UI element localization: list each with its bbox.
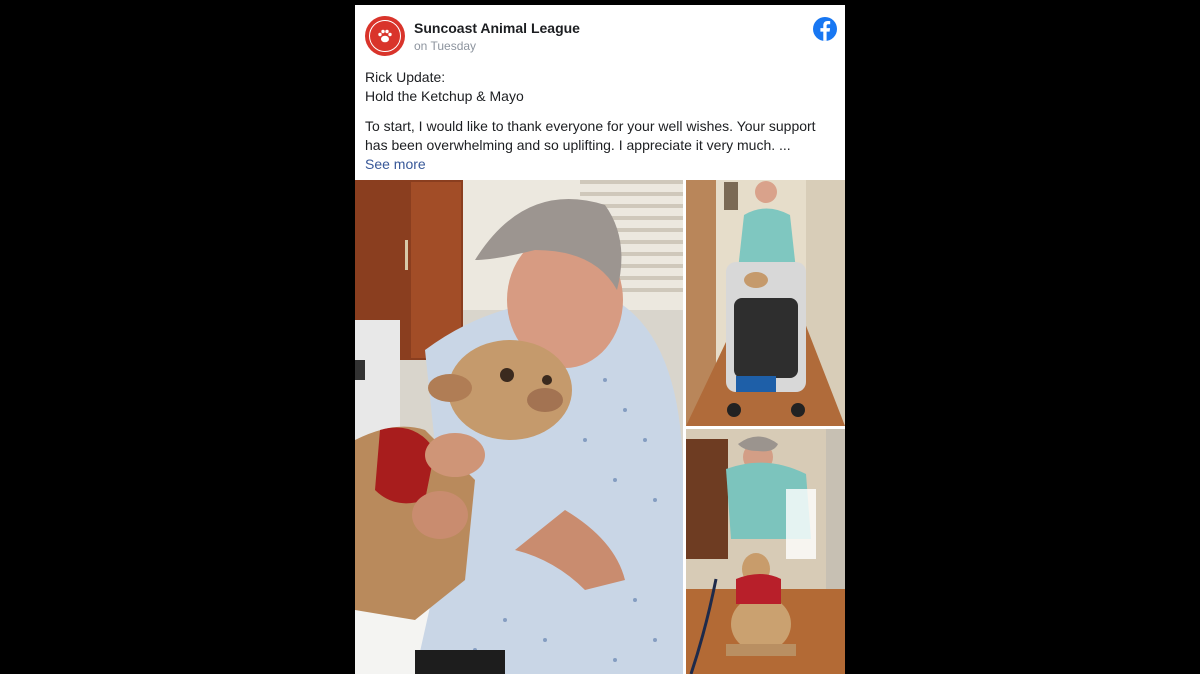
- facebook-post: Suncoast Animal League on Tuesday Rick U…: [355, 5, 845, 674]
- page-avatar[interactable]: [365, 16, 405, 56]
- see-more-link[interactable]: See more: [365, 156, 426, 172]
- post-title-line-2: Hold the Ketchup & Mayo: [365, 88, 524, 104]
- post-body: Rick Update: Hold the Ketchup & Mayo To …: [365, 68, 833, 174]
- dog-greeting-man-photo[interactable]: [686, 429, 845, 674]
- man-with-dog-stroller-photo[interactable]: [686, 180, 845, 426]
- man-hugging-dog-photo[interactable]: [355, 180, 683, 674]
- page-name[interactable]: Suncoast Animal League: [414, 20, 580, 36]
- post-title-line-1: Rick Update:: [365, 69, 446, 85]
- post-timestamp[interactable]: on Tuesday: [414, 39, 476, 53]
- post-text-line-2: has been overwhelming and so uplifting. …: [365, 137, 791, 153]
- paw-logo-icon: [369, 20, 401, 52]
- post-text-line-1: To start, I would like to thank everyone…: [365, 118, 816, 134]
- facebook-logo-icon[interactable]: [812, 16, 838, 42]
- post-header: Suncoast Animal League on Tuesday: [355, 5, 845, 65]
